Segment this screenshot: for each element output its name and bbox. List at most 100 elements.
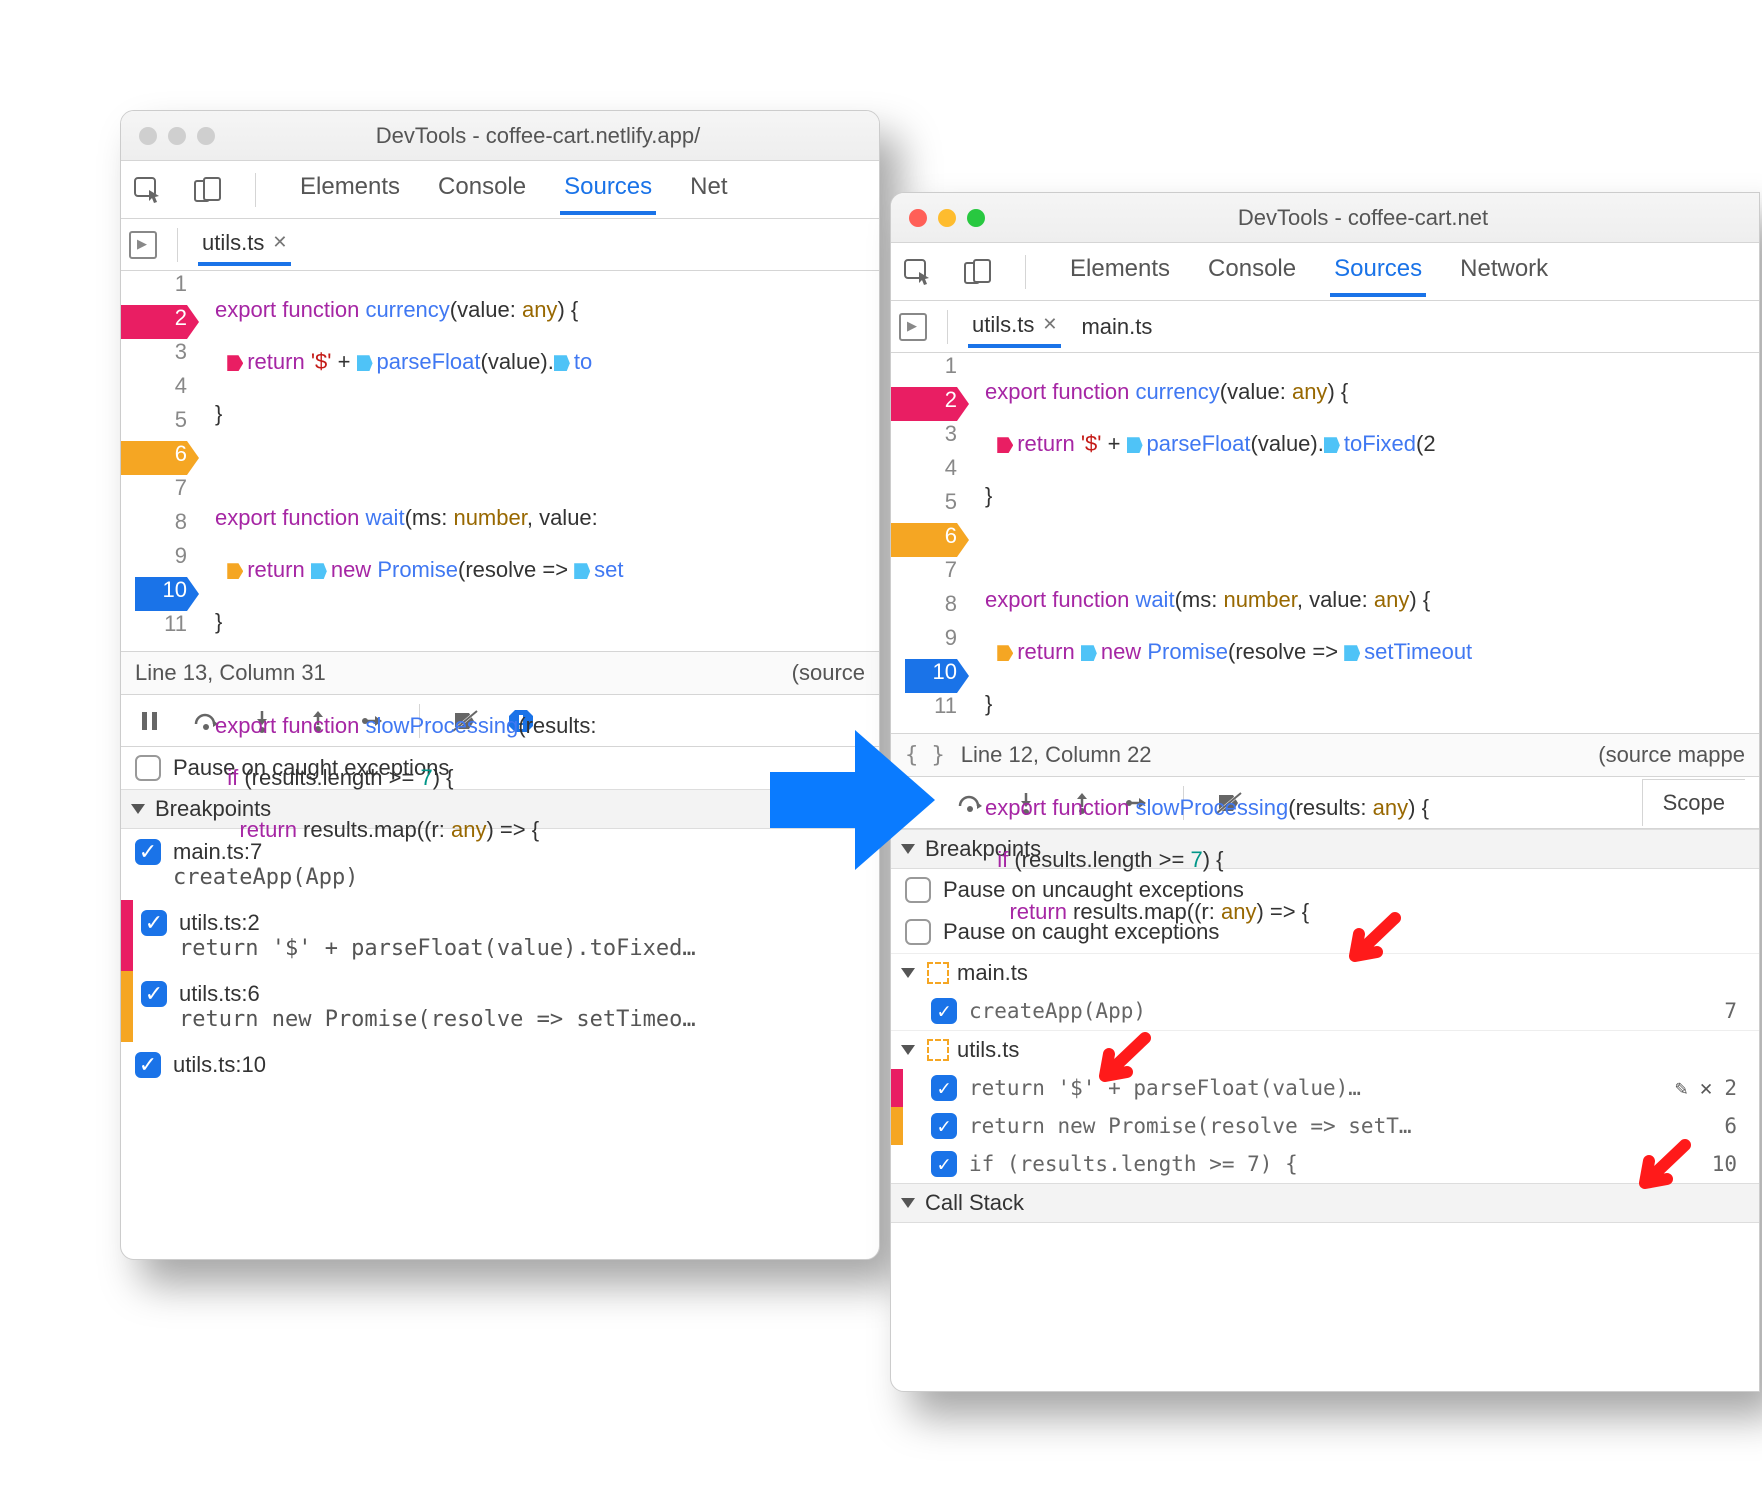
pause-icon[interactable] bbox=[135, 706, 165, 736]
max-dot[interactable] bbox=[197, 127, 215, 145]
line-number[interactable]: 7 bbox=[135, 475, 187, 509]
line-number[interactable]: 9 bbox=[135, 543, 187, 577]
line-number[interactable]: 5 bbox=[135, 407, 187, 441]
remove-icon[interactable]: ✕ bbox=[1700, 1076, 1713, 1100]
line-number[interactable]: 8 bbox=[905, 591, 957, 625]
tab-elements[interactable]: Elements bbox=[1066, 247, 1174, 297]
column-bp-icon bbox=[1324, 437, 1340, 453]
traffic-lights[interactable] bbox=[909, 209, 985, 227]
min-dot[interactable] bbox=[168, 127, 186, 145]
code-editor[interactable]: 1 2 3 4 5 6 7 8 9 10 11 export function … bbox=[891, 353, 1759, 733]
breakpoint-row[interactable]: ✓ return new Promise(resolve => setT… 6 bbox=[891, 1107, 1759, 1145]
conditional-bp-icon bbox=[227, 563, 243, 579]
file-tabs-bar: utils.ts ✕ main.ts bbox=[891, 301, 1759, 353]
line-number[interactable]: 11 bbox=[135, 611, 187, 645]
line-number[interactable]: 7 bbox=[905, 557, 957, 591]
checkbox[interactable]: ✓ bbox=[931, 1151, 957, 1177]
line-number[interactable]: 9 bbox=[905, 625, 957, 659]
titlebar: DevTools - coffee-cart.netlify.app/ bbox=[121, 111, 879, 161]
disclosure-triangle-icon bbox=[901, 1045, 915, 1055]
line-number[interactable]: 3 bbox=[135, 339, 187, 373]
logpoint-stripe bbox=[891, 1069, 903, 1107]
breakpoint-row[interactable]: ✓ return '$' + parseFloat(value)… ✎ ✕ 2 bbox=[891, 1069, 1759, 1107]
max-dot[interactable] bbox=[967, 209, 985, 227]
tab-console[interactable]: Console bbox=[434, 165, 530, 215]
tab-sources[interactable]: Sources bbox=[560, 165, 656, 215]
checkbox[interactable]: ✓ bbox=[931, 998, 957, 1024]
device-icon[interactable] bbox=[191, 175, 225, 205]
checkbox[interactable]: ✓ bbox=[135, 839, 161, 865]
bp-code: return new Promise(resolve => setT… bbox=[969, 1114, 1412, 1138]
min-dot[interactable] bbox=[938, 209, 956, 227]
navigator-icon[interactable] bbox=[129, 231, 157, 259]
source-text[interactable]: export function currency(value: any) { r… bbox=[967, 353, 1472, 733]
column-bp-icon bbox=[1344, 645, 1360, 661]
breakpoint-row[interactable]: ✓ createApp(App) 7 bbox=[891, 992, 1759, 1030]
bp-code: return '$' + parseFloat(value)… bbox=[969, 1076, 1361, 1100]
breakpoint-line-10[interactable]: 10 bbox=[135, 577, 187, 611]
line-number[interactable]: 8 bbox=[135, 509, 187, 543]
bp-code: createApp(App) bbox=[969, 999, 1146, 1023]
tab-sources[interactable]: Sources bbox=[1330, 247, 1426, 297]
tab-network[interactable]: Net bbox=[686, 165, 731, 215]
breakpoint-item[interactable]: ✓utils.ts:10 bbox=[121, 1042, 879, 1088]
column-bp-icon bbox=[554, 355, 570, 371]
file-name: utils.ts bbox=[972, 312, 1034, 338]
navigator-icon[interactable] bbox=[899, 313, 927, 341]
line-number[interactable]: 4 bbox=[135, 373, 187, 407]
tab-network[interactable]: Network bbox=[1456, 247, 1552, 297]
logpoint-icon bbox=[997, 437, 1013, 453]
gutter-stripe-logpoint bbox=[121, 305, 135, 339]
line-number[interactable]: 1 bbox=[905, 353, 957, 387]
close-icon[interactable]: ✕ bbox=[272, 232, 287, 253]
logpoint-icon bbox=[227, 355, 243, 371]
close-dot[interactable] bbox=[139, 127, 157, 145]
devtools-toolbar: Elements Console Sources Network bbox=[891, 243, 1759, 301]
file-tab-utils[interactable]: utils.ts ✕ bbox=[968, 306, 1061, 348]
file-tab-main[interactable]: main.ts bbox=[1077, 308, 1156, 346]
disclosure-triangle-icon bbox=[901, 968, 915, 978]
breakpoint-line-10[interactable]: 10 bbox=[905, 659, 957, 693]
column-bp-icon bbox=[1081, 645, 1097, 661]
checkbox[interactable]: ✓ bbox=[141, 981, 167, 1007]
traffic-lights[interactable] bbox=[139, 127, 215, 145]
code-editor[interactable]: 1 2 3 4 5 6 7 8 9 10 11 export function … bbox=[121, 271, 879, 651]
file-tab-utils[interactable]: utils.ts ✕ bbox=[198, 224, 291, 266]
checkbox[interactable] bbox=[135, 755, 161, 781]
close-dot[interactable] bbox=[909, 209, 927, 227]
checkbox[interactable]: ✓ bbox=[141, 910, 167, 936]
tab-elements[interactable]: Elements bbox=[296, 165, 404, 215]
checkbox[interactable]: ✓ bbox=[931, 1113, 957, 1139]
breakpoint-item[interactable]: ✓utils.ts:6 return new Promise(resolve =… bbox=[121, 971, 879, 1042]
callstack-section-header[interactable]: Call Stack bbox=[891, 1183, 1759, 1223]
edit-icon[interactable]: ✎ bbox=[1675, 1076, 1688, 1100]
titlebar: DevTools - coffee-cart.net bbox=[891, 193, 1759, 243]
line-number[interactable]: 1 bbox=[135, 271, 187, 305]
device-icon[interactable] bbox=[961, 257, 995, 287]
breakpoint-line-6[interactable]: 6 bbox=[135, 441, 187, 475]
line-number[interactable]: 4 bbox=[905, 455, 957, 489]
breakpoint-item[interactable]: ✓utils.ts:2 return '$' + parseFloat(valu… bbox=[121, 900, 879, 971]
breakpoint-line-2[interactable]: 2 bbox=[905, 387, 957, 421]
breakpoint-line-2[interactable]: 2 bbox=[135, 305, 187, 339]
conditional-bp-icon bbox=[997, 645, 1013, 661]
line-number[interactable]: 3 bbox=[905, 421, 957, 455]
tab-console[interactable]: Console bbox=[1204, 247, 1300, 297]
file-tabs-bar: utils.ts ✕ bbox=[121, 219, 879, 271]
breakpoint-row[interactable]: ✓ if (results.length >= 7) { 10 bbox=[891, 1145, 1759, 1183]
checkbox[interactable] bbox=[905, 919, 931, 945]
inspect-icon[interactable] bbox=[901, 257, 935, 287]
breakpoint-line-6[interactable]: 6 bbox=[905, 523, 957, 557]
inspect-icon[interactable] bbox=[131, 175, 165, 205]
line-number[interactable]: 5 bbox=[905, 489, 957, 523]
step-over-icon[interactable] bbox=[955, 788, 985, 818]
scope-tab[interactable]: Scope bbox=[1642, 779, 1745, 826]
sourcemap-status: (source mappe bbox=[1598, 742, 1745, 768]
close-icon[interactable]: ✕ bbox=[1042, 314, 1057, 335]
line-number[interactable]: 11 bbox=[905, 693, 957, 727]
source-text[interactable]: export function currency(value: any) { r… bbox=[197, 271, 624, 651]
checkbox[interactable]: ✓ bbox=[135, 1052, 161, 1078]
checkbox[interactable]: ✓ bbox=[931, 1075, 957, 1101]
checkbox[interactable] bbox=[905, 877, 931, 903]
breakpoint-group-utils[interactable]: utils.ts bbox=[891, 1030, 1759, 1069]
